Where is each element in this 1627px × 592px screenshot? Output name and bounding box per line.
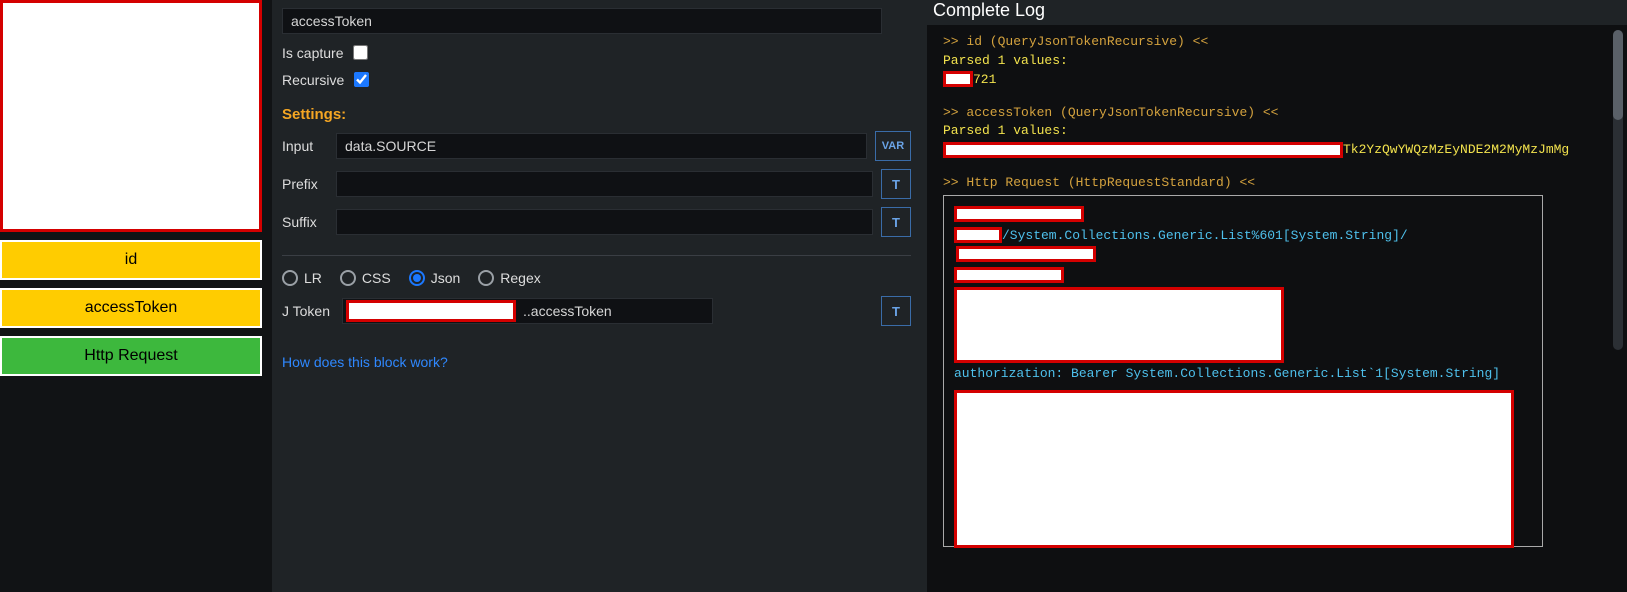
prefix-field[interactable]	[336, 171, 873, 197]
http-request-box: /System.Collections.Generic.List%601[Sys…	[943, 195, 1543, 547]
log-body: >> id (QueryJsonTokenRecursive) << Parse…	[927, 25, 1627, 555]
log-line: Parsed 1 values:	[943, 122, 1611, 141]
suffix-field[interactable]	[336, 209, 873, 235]
log-line: Tk2YzQwYWQzMzEyNDE2M2MyMzJmMg	[943, 141, 1611, 160]
parse-mode-label: Json	[431, 270, 461, 286]
jtoken-label: J Token	[282, 303, 342, 319]
radio-icon	[478, 270, 494, 286]
scrollbar-thumb[interactable]	[1613, 30, 1623, 120]
redacted-overlay	[954, 287, 1284, 363]
redacted-overlay	[943, 71, 973, 87]
block-item-http-request[interactable]: Http Request	[0, 336, 262, 376]
parse-mode-lr[interactable]: LR	[282, 270, 322, 286]
log-line: Parsed 1 values:	[943, 52, 1611, 71]
log-panel: Complete Log >> id (QueryJsonTokenRecurs…	[927, 0, 1627, 592]
jtoken-type-button[interactable]: T	[881, 296, 911, 326]
suffix-label: Suffix	[282, 214, 336, 230]
redacted-overlay	[954, 267, 1064, 283]
preview-box	[0, 0, 262, 232]
log-line: 721	[943, 71, 1611, 90]
block-item-id[interactable]: id	[0, 240, 262, 280]
recursive-label: Recursive	[282, 72, 344, 88]
prefix-label: Prefix	[282, 176, 336, 192]
radio-icon	[340, 270, 356, 286]
prefix-type-button[interactable]: T	[881, 169, 911, 199]
parse-mode-json[interactable]: Json	[409, 270, 461, 286]
parse-mode-regex[interactable]: Regex	[478, 270, 540, 286]
redacted-overlay	[956, 246, 1096, 262]
help-link[interactable]: How does this block work?	[282, 354, 448, 370]
variable-name-input[interactable]	[282, 8, 882, 34]
input-label: Input	[282, 138, 336, 154]
log-line: >> id (QueryJsonTokenRecursive) <<	[943, 33, 1611, 52]
divider	[282, 255, 911, 256]
block-settings-panel: Is capture Recursive Settings: Input VAR…	[272, 0, 927, 592]
log-line: >> accessToken (QueryJsonTokenRecursive)…	[943, 104, 1611, 123]
jtoken-field[interactable]	[342, 298, 713, 324]
parse-mode-label: LR	[304, 270, 322, 286]
log-line: /System.Collections.Generic.List%601[Sys…	[954, 227, 1532, 265]
parse-mode-label: CSS	[362, 270, 391, 286]
is-capture-checkbox[interactable]	[353, 45, 368, 60]
radio-icon	[409, 270, 425, 286]
suffix-type-button[interactable]: T	[881, 207, 911, 237]
parse-mode-group: LR CSS Json Regex	[282, 270, 911, 286]
log-text: 721	[973, 72, 996, 87]
log-text: /System.Collections.Generic.List%601[Sys…	[1002, 228, 1408, 243]
block-list-panel: id accessToken Http Request	[0, 0, 272, 592]
parse-mode-css[interactable]: CSS	[340, 270, 391, 286]
redacted-overlay	[954, 390, 1514, 548]
redacted-overlay	[943, 142, 1343, 158]
log-title: Complete Log	[927, 0, 1627, 25]
settings-header: Settings:	[282, 106, 911, 123]
recursive-checkbox[interactable]	[354, 72, 369, 87]
log-text: Tk2YzQwYWQzMzEyNDE2M2MyMzJmMg	[1343, 142, 1569, 157]
redacted-overlay	[954, 206, 1084, 222]
radio-icon	[282, 270, 298, 286]
parse-mode-label: Regex	[500, 270, 540, 286]
is-capture-label: Is capture	[282, 45, 343, 61]
scrollbar-track[interactable]	[1613, 30, 1623, 350]
log-line: >> Http Request (HttpRequestStandard) <<	[943, 174, 1611, 193]
block-item-accesstoken[interactable]: accessToken	[0, 288, 262, 328]
var-button[interactable]: VAR	[875, 131, 911, 161]
redacted-overlay	[954, 227, 1002, 243]
input-field[interactable]	[336, 133, 867, 159]
log-line: authorization: Bearer System.Collections…	[954, 365, 1532, 384]
